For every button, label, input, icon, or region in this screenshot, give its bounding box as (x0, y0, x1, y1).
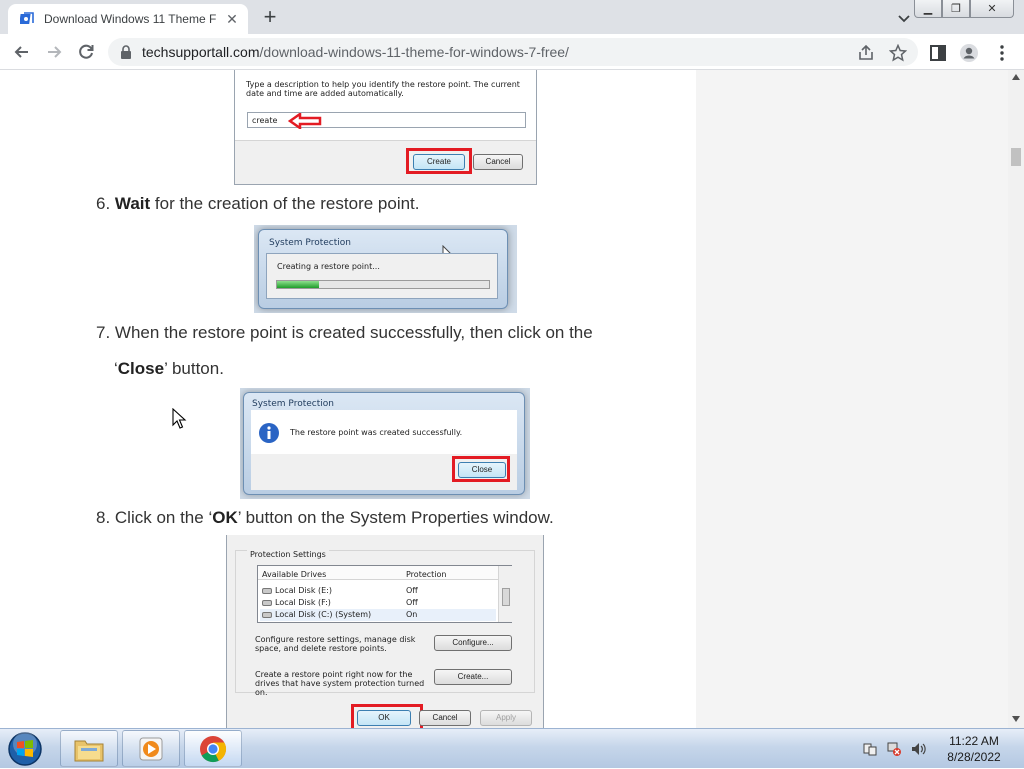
success-dialog-title: System Protection (252, 399, 334, 409)
taskbar-chrome[interactable] (184, 730, 242, 767)
red-arrow-icon (288, 113, 322, 129)
clock-time: 11:22 AM (949, 734, 999, 748)
clock-date: 8/28/2022 (947, 750, 1001, 764)
side-panel-icon[interactable] (928, 43, 948, 63)
highlight-box (351, 704, 423, 728)
url-path: /download-windows-11-theme-for-windows-7… (259, 44, 569, 60)
configure-text: Configure restore settings, manage disk … (255, 635, 416, 653)
system-tray (862, 729, 926, 769)
progress-bar-fill (277, 281, 320, 288)
col-available-drives: Available Drives (262, 570, 327, 579)
taskbar-media-player[interactable] (122, 730, 180, 767)
step-7-rest: ’ button. (164, 359, 224, 378)
highlight-box (452, 456, 510, 482)
success-message: The restore point was created successful… (290, 428, 463, 437)
action-center-flag-icon[interactable] (862, 741, 878, 757)
tab-title: Download Windows 11 Theme F (44, 12, 217, 26)
step-8-rest: ’ button on the System Properties window… (237, 508, 554, 527)
step-8-pre: 8. Click on the ‘ (96, 508, 213, 527)
restore-button[interactable]: ❐ (942, 0, 970, 18)
step-8-bold: OK (212, 508, 238, 527)
step-7-line-1: 7. When the restore point is created suc… (96, 323, 593, 342)
scroll-up-icon[interactable] (1012, 74, 1020, 80)
profile-avatar-icon[interactable] (959, 43, 979, 63)
tab-strip: Download Windows 11 Theme F ✕ + ▁ ❐ ✕ (0, 0, 1024, 34)
windows-taskbar: 11:22 AM 8/28/2022 (0, 728, 1024, 768)
description-input-value: create (252, 116, 278, 125)
drive-protection: On (406, 610, 418, 619)
mouse-pointer-icon (172, 408, 187, 429)
start-orb-icon[interactable] (6, 731, 44, 767)
media-player-icon (139, 737, 163, 760)
scroll-down-icon[interactable] (1012, 716, 1020, 722)
drive-icon (262, 600, 272, 606)
description-input: create (247, 112, 526, 129)
create-now-text: Create a restore point right now for the… (255, 670, 425, 697)
step-7-line-2: ‘Close’ button. (114, 359, 224, 379)
network-icon[interactable] (886, 741, 902, 757)
menu-kebab-icon[interactable] (992, 43, 1012, 63)
configure-button-image: Configure... (434, 635, 512, 651)
volume-icon[interactable] (910, 741, 926, 757)
info-icon (259, 423, 279, 443)
site-favicon-icon (20, 12, 34, 24)
browser-toolbar: techsupportall.com/download-windows-11-t… (0, 34, 1024, 70)
browser-tab[interactable]: Download Windows 11 Theme F ✕ (8, 4, 248, 34)
close-window-button[interactable]: ✕ (970, 0, 1014, 18)
apply-button-image: Apply (480, 710, 532, 726)
taskbar-clock[interactable]: 11:22 AM 8/28/2022 (930, 733, 1018, 765)
forward-arrow-icon[interactable] (44, 42, 64, 62)
tab-search-chevron-icon[interactable] (896, 10, 912, 26)
restore-point-created-screenshot: System Protection The restore point was … (240, 388, 530, 499)
tab-close-icon[interactable]: ✕ (224, 11, 240, 27)
bookmark-star-icon[interactable] (889, 44, 907, 62)
step-6-text: 6. Wait for the creation of the restore … (96, 194, 420, 214)
create-restore-point-screenshot: Type a description to help you identify … (234, 70, 537, 185)
drive-row: Local Disk (C:) (System) On (260, 609, 496, 621)
window-controls: ▁ ❐ ✕ (914, 0, 1014, 18)
cancel-button-image: Cancel (473, 154, 523, 170)
page-scrollbar[interactable] (1008, 70, 1024, 728)
lock-icon[interactable] (120, 45, 132, 59)
back-arrow-icon[interactable] (12, 42, 32, 62)
col-protection: Protection (406, 570, 447, 579)
share-icon[interactable] (857, 44, 875, 62)
step-6-number: 6. (96, 194, 115, 213)
url-domain: techsupportall.com (142, 44, 260, 60)
creating-restore-point-screenshot: System Protection Creating a restore poi… (254, 225, 517, 313)
system-properties-screenshot: Protection Settings Available Drives Pro… (226, 535, 544, 728)
drive-protection: Off (406, 586, 418, 595)
reload-icon[interactable] (76, 42, 96, 62)
step-6-bold: Wait (114, 194, 151, 213)
progress-message: Creating a restore point... (277, 262, 380, 271)
chrome-icon (200, 735, 227, 762)
highlight-box (406, 148, 472, 174)
scrollbar-thumb[interactable] (1011, 148, 1021, 166)
drives-list: Available Drives Protection Local Disk (… (257, 565, 512, 623)
step-6-rest: for the creation of the restore point. (150, 194, 420, 213)
drive-name: Local Disk (F:) (275, 598, 331, 607)
drive-name: Local Disk (C:) (System) (275, 610, 372, 619)
restore-description-text: Type a description to help you identify … (246, 80, 520, 98)
drive-protection: Off (406, 598, 418, 607)
page-sidebar (696, 70, 1008, 728)
step-7-bold: Close (117, 359, 165, 378)
drive-icon (262, 612, 272, 618)
step-8-text: 8. Click on the ‘OK’ button on the Syste… (96, 508, 554, 528)
progress-dialog-title: System Protection (269, 238, 351, 248)
drive-row: Local Disk (E:) Off (260, 585, 496, 597)
folder-icon (74, 740, 104, 761)
minimize-button[interactable]: ▁ (914, 0, 942, 18)
drive-name: Local Disk (E:) (275, 586, 332, 595)
drive-icon (262, 588, 272, 594)
drive-row: Local Disk (F:) Off (260, 597, 496, 609)
create-button-image: Create... (434, 669, 512, 685)
address-bar[interactable]: techsupportall.com/download-windows-11-t… (108, 38, 918, 66)
cancel-button-image: Cancel (419, 710, 471, 726)
page-viewport: Type a description to help you identify … (0, 70, 1024, 728)
progress-bar (276, 280, 490, 289)
taskbar-explorer[interactable] (60, 730, 118, 767)
protection-settings-label: Protection Settings (247, 550, 329, 559)
new-tab-button[interactable]: + (258, 6, 282, 30)
